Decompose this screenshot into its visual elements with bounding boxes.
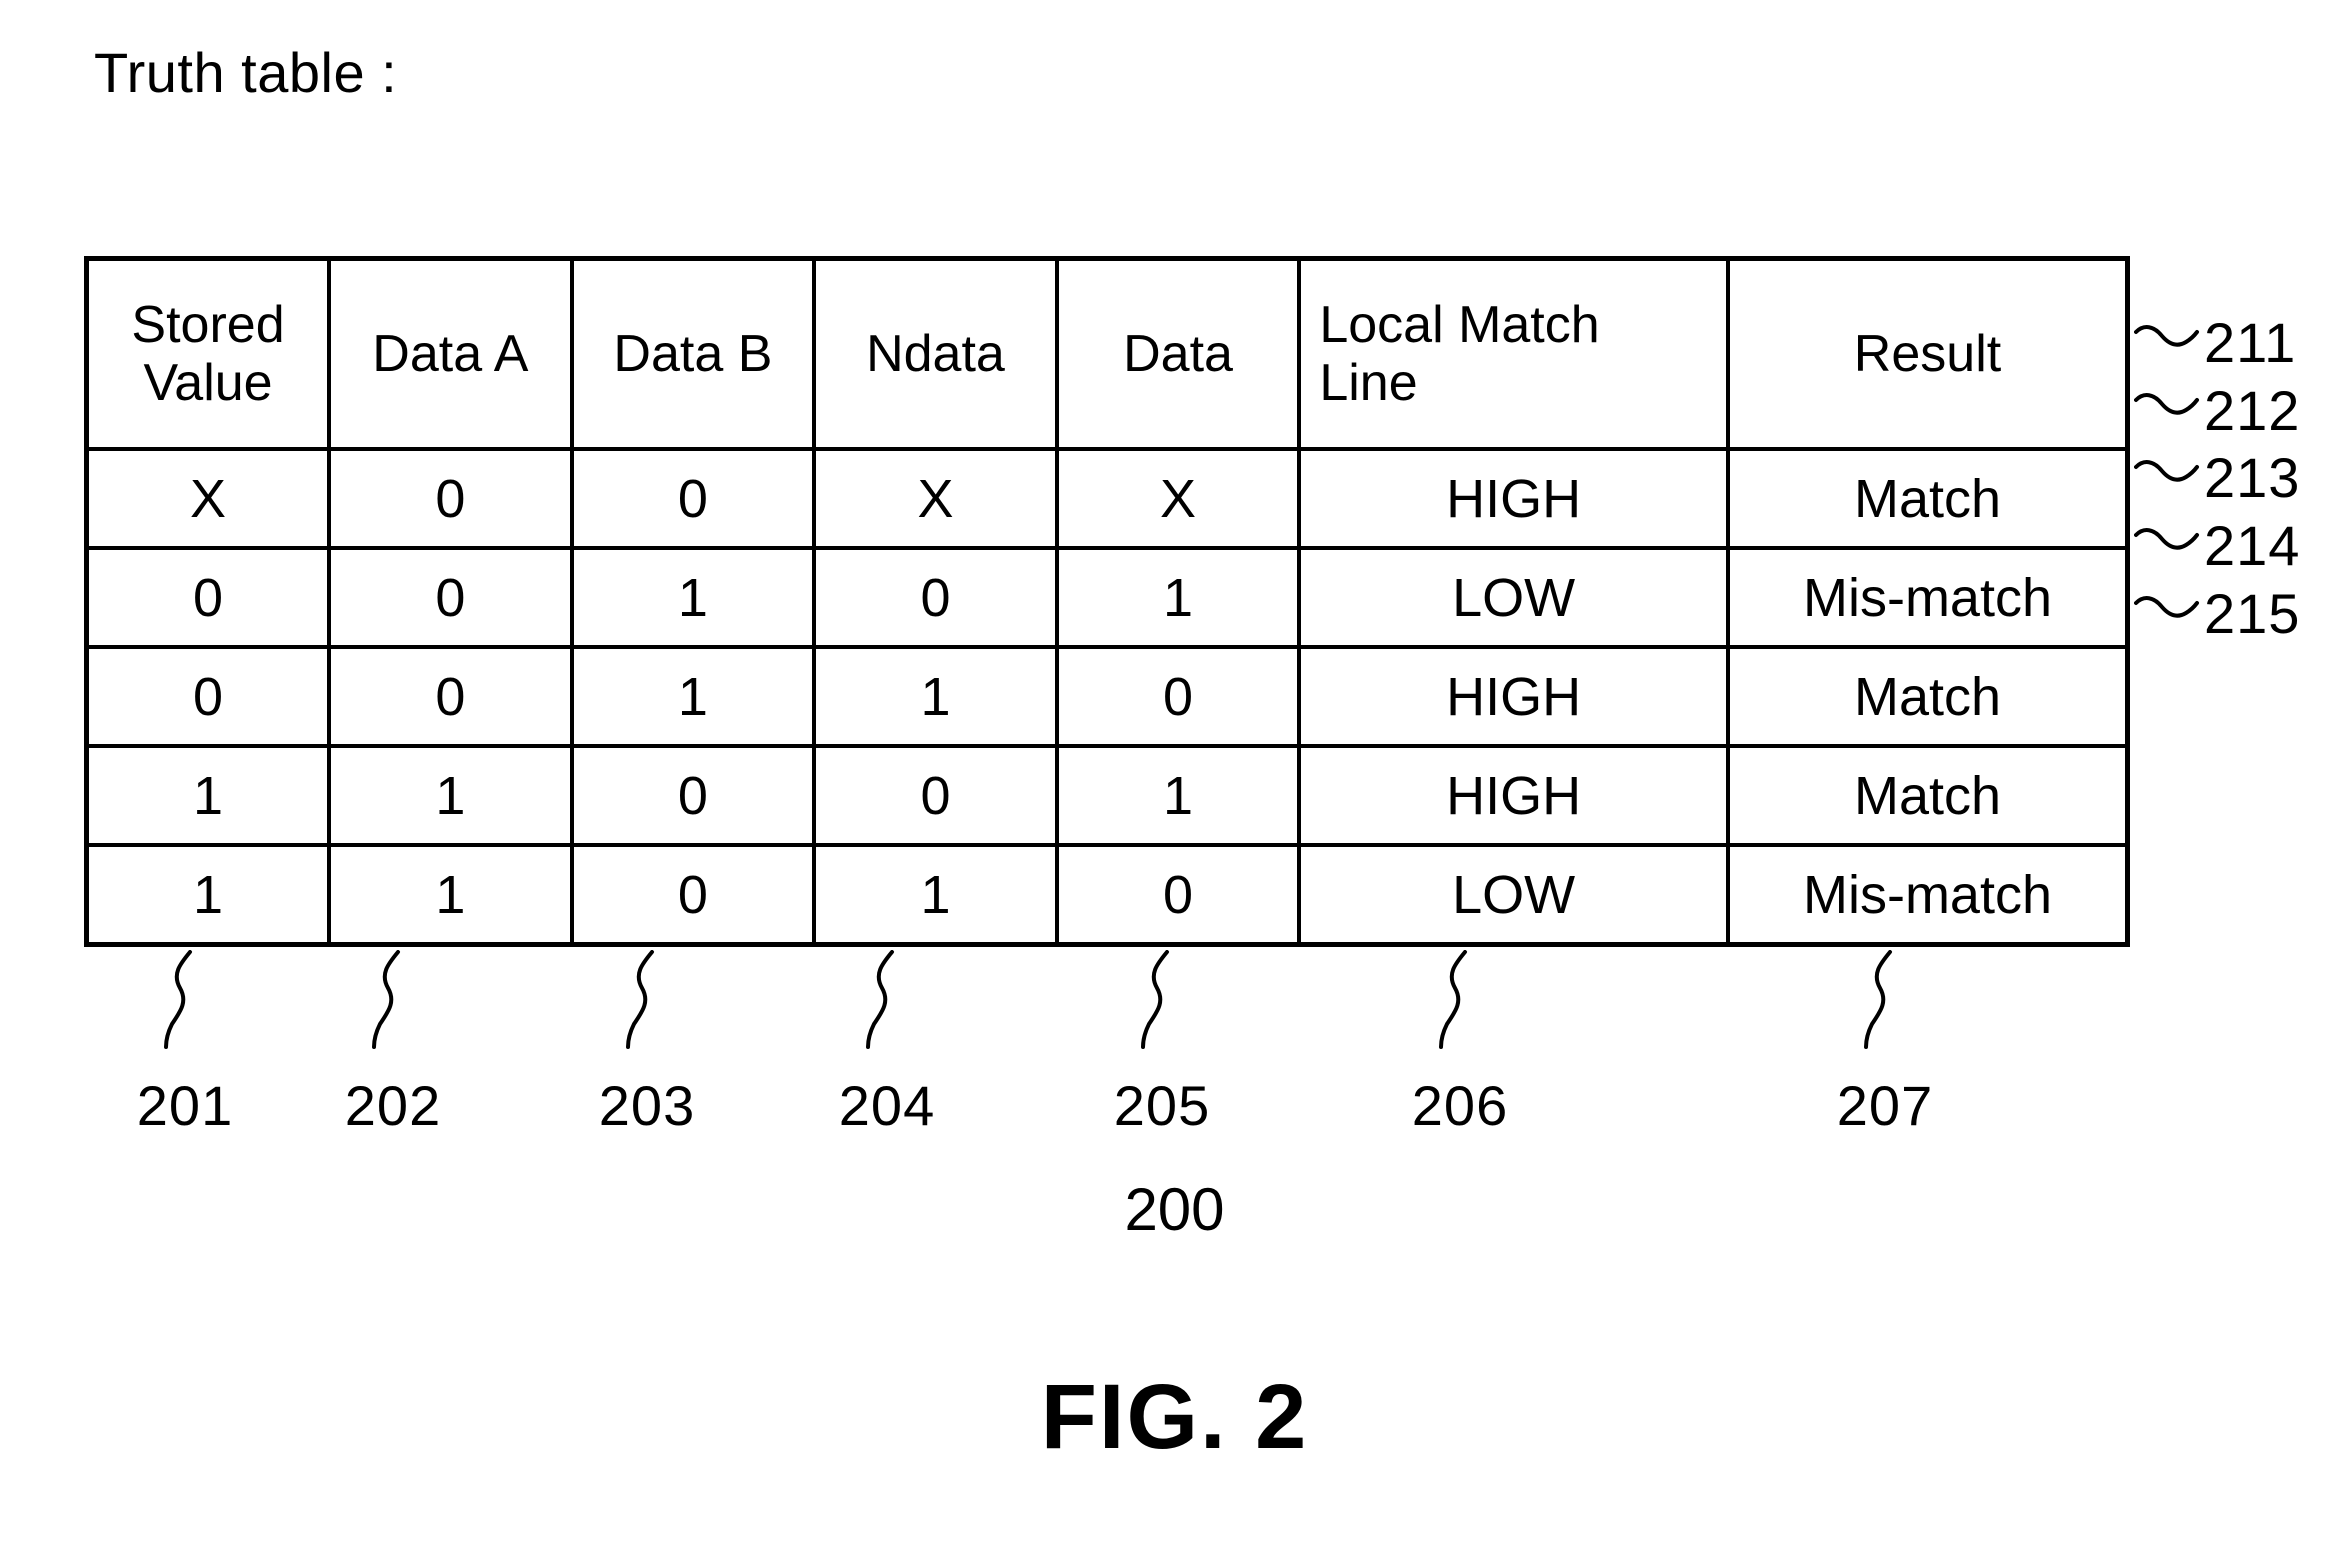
reference-numeral-212: 212 bbox=[2134, 373, 2300, 443]
cell-stored-value: 0 bbox=[84, 546, 332, 649]
cell-result: Match bbox=[1726, 447, 2130, 550]
reference-numeral-205: 205 bbox=[1087, 950, 1237, 1138]
leader-squiggle-icon bbox=[1810, 950, 1960, 1063]
cell-data: X bbox=[1054, 447, 1302, 550]
reference-numeral-202: 202 bbox=[318, 950, 468, 1138]
column-header-local-match-line-line2: Line bbox=[1319, 354, 1418, 412]
cell-ndata: 0 bbox=[812, 546, 1059, 649]
column-header-ndata: Ndata bbox=[812, 256, 1059, 451]
cell-stored-value: 1 bbox=[84, 843, 332, 947]
diagram-reference-number: 200 bbox=[1124, 1176, 1225, 1243]
cell-local-match-line: HIGH bbox=[1297, 447, 1730, 550]
table-row: 1 1 0 1 0 LOW Mis-match bbox=[84, 843, 2130, 947]
cell-data-a: 1 bbox=[327, 744, 574, 847]
cell-data: 0 bbox=[1054, 645, 1302, 748]
column-header-data-b: Data B bbox=[569, 256, 817, 451]
table-header-row: Stored Value Data A Data B Ndata Data Lo… bbox=[84, 256, 2130, 451]
cell-result: Match bbox=[1726, 744, 2130, 847]
truth-table: Stored Value Data A Data B Ndata Data Lo… bbox=[84, 256, 2130, 947]
reference-numeral-213: 213 bbox=[2134, 440, 2300, 510]
reference-numeral-213-label: 213 bbox=[2204, 445, 2301, 509]
column-header-data-a: Data A bbox=[327, 256, 574, 451]
leader-squiggle-icon bbox=[1087, 950, 1237, 1063]
reference-numeral-205-label: 205 bbox=[1113, 1074, 1211, 1137]
cell-local-match-line: HIGH bbox=[1297, 744, 1730, 847]
leader-squiggle-icon bbox=[2134, 445, 2200, 510]
leader-squiggle-icon bbox=[572, 950, 722, 1063]
reference-numeral-211: 211 bbox=[2134, 305, 2296, 375]
cell-data-a: 0 bbox=[327, 546, 574, 649]
reference-numeral-207: 207 bbox=[1810, 950, 1960, 1138]
table-row: 0 0 1 1 0 HIGH Match bbox=[84, 645, 2130, 748]
column-header-local-match-line-line1: Local Match bbox=[1319, 295, 1600, 354]
table-row: X 0 0 X X HIGH Match bbox=[84, 447, 2130, 550]
leader-squiggle-icon bbox=[2134, 513, 2200, 578]
cell-data-b: 1 bbox=[569, 546, 817, 649]
cell-ndata: X bbox=[812, 447, 1059, 550]
reference-numeral-215: 215 bbox=[2134, 576, 2300, 646]
column-header-stored-value-line1: Stored bbox=[131, 295, 285, 354]
reference-numeral-214: 214 bbox=[2134, 508, 2300, 578]
reference-numeral-206-label: 206 bbox=[1411, 1074, 1509, 1137]
cell-data-a: 0 bbox=[327, 447, 574, 550]
cell-data: 1 bbox=[1054, 546, 1302, 649]
cell-data-a: 0 bbox=[327, 645, 574, 748]
cell-data-b: 0 bbox=[569, 843, 817, 947]
cell-data-a: 1 bbox=[327, 843, 574, 947]
leader-squiggle-icon bbox=[812, 950, 962, 1063]
leader-squiggle-icon bbox=[1385, 950, 1535, 1063]
cell-ndata: 1 bbox=[812, 645, 1059, 748]
cell-data: 0 bbox=[1054, 843, 1302, 947]
reference-numeral-203-label: 203 bbox=[598, 1074, 696, 1137]
cell-ndata: 1 bbox=[812, 843, 1059, 947]
cell-data: 1 bbox=[1054, 744, 1302, 847]
leader-squiggle-icon bbox=[2134, 310, 2200, 375]
cell-local-match-line: HIGH bbox=[1297, 645, 1730, 748]
cell-result: Mis-match bbox=[1726, 843, 2130, 947]
cell-stored-value: 0 bbox=[84, 645, 332, 748]
reference-numeral-215-label: 215 bbox=[2204, 581, 2301, 645]
truth-table-container: Stored Value Data A Data B Ndata Data Lo… bbox=[84, 256, 2130, 947]
reference-numeral-206: 206 bbox=[1385, 950, 1535, 1138]
cell-result: Mis-match bbox=[1726, 546, 2130, 649]
cell-data-b: 1 bbox=[569, 645, 817, 748]
reference-numeral-212-label: 212 bbox=[2204, 378, 2301, 442]
column-header-result: Result bbox=[1726, 256, 2130, 451]
column-header-stored-value-line2: Value bbox=[143, 354, 273, 412]
cell-local-match-line: LOW bbox=[1297, 546, 1730, 649]
cell-ndata: 0 bbox=[812, 744, 1059, 847]
column-header-data: Data bbox=[1054, 256, 1302, 451]
leader-squiggle-icon bbox=[2134, 378, 2200, 443]
page-title: Truth table : bbox=[94, 41, 398, 104]
reference-numeral-203: 203 bbox=[572, 950, 722, 1138]
reference-numeral-202-label: 202 bbox=[344, 1074, 442, 1137]
reference-numeral-201-label: 201 bbox=[136, 1074, 234, 1137]
leader-squiggle-icon bbox=[110, 950, 260, 1063]
leader-squiggle-icon bbox=[2134, 581, 2200, 646]
column-header-stored-value: Stored Value bbox=[84, 256, 332, 451]
cell-data-b: 0 bbox=[569, 744, 817, 847]
reference-numeral-204: 204 bbox=[812, 950, 962, 1138]
cell-stored-value: 1 bbox=[84, 744, 332, 847]
reference-numeral-214-label: 214 bbox=[2204, 513, 2301, 577]
table-row: 0 0 1 0 1 LOW Mis-match bbox=[84, 546, 2130, 649]
table-row: 1 1 0 0 1 HIGH Match bbox=[84, 744, 2130, 847]
reference-numeral-211-label: 211 bbox=[2204, 310, 2297, 374]
column-header-local-match-line: Local Match Line bbox=[1297, 256, 1730, 451]
reference-numeral-201: 201 bbox=[110, 950, 260, 1138]
figure-caption: FIG. 2 bbox=[1040, 1366, 1309, 1468]
reference-numeral-207-label: 207 bbox=[1836, 1074, 1934, 1137]
cell-result: Match bbox=[1726, 645, 2130, 748]
leader-squiggle-icon bbox=[318, 950, 468, 1063]
reference-numeral-204-label: 204 bbox=[838, 1074, 936, 1137]
cell-local-match-line: LOW bbox=[1297, 843, 1730, 947]
cell-data-b: 0 bbox=[569, 447, 817, 550]
cell-stored-value: X bbox=[84, 447, 332, 550]
